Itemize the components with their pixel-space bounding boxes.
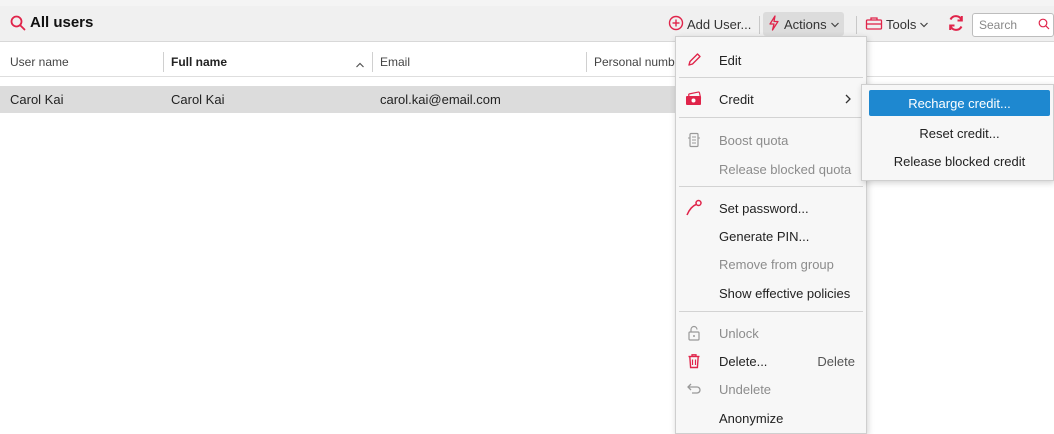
column-resize-handle[interactable] [586,52,587,72]
chevron-down-icon [830,17,840,32]
plus-circle-icon [668,15,684,34]
menu-item-undelete[interactable]: Undelete [676,376,866,402]
actions-button[interactable]: Actions [763,12,844,36]
page-title: All users [10,14,93,31]
toolbox-icon [865,15,883,34]
page-title-text: All users [30,14,94,31]
menu-item-edit[interactable]: Edit [676,47,866,73]
tools-label: Tools [886,16,917,32]
toolbar-divider [759,16,760,34]
menu-separator [679,311,863,312]
menu-item-unlock[interactable]: Unlock [676,320,866,346]
lightning-icon [767,14,781,34]
add-user-label: Add User... [687,16,752,32]
trash-icon [685,352,703,370]
toolbar: All users Add User... Actions Tools [0,6,1054,42]
cell-email: carol.kai@email.com [380,92,501,107]
column-header-full-name[interactable]: Full name [171,47,341,77]
cell-full-name: Carol Kai [171,92,225,107]
key-icon [685,199,703,217]
menu-item-generate-pin[interactable]: Generate PIN... [676,223,866,249]
credit-card-icon [685,90,703,108]
tools-button[interactable]: Tools [861,12,933,36]
credit-submenu: Recharge credit... Reset credit... Relea… [861,84,1054,181]
actions-label: Actions [784,16,827,32]
column-header-personal-number[interactable]: Personal numbe [594,47,676,77]
chevron-right-icon [844,93,852,108]
column-resize-handle[interactable] [372,52,373,72]
menu-item-boost-quota[interactable]: Boost quota [676,127,866,153]
submenu-item-release-blocked-credit[interactable]: Release blocked credit [869,148,1050,174]
toolbar-divider [856,16,857,34]
search-icon[interactable] [1038,18,1050,33]
table-row[interactable]: Carol Kai Carol Kai carol.kai@email.com [0,86,676,113]
column-resize-handle[interactable] [163,52,164,72]
pencil-icon [685,51,703,69]
menu-separator [679,77,863,78]
column-header-email[interactable]: Email [380,47,580,77]
cell-user-name: Carol Kai [10,92,64,107]
undo-icon [685,380,703,398]
menu-item-release-blocked-quota[interactable]: Release blocked quota [676,156,866,182]
chevron-down-icon [919,17,929,32]
table-header: User name Full name Email Personal numbe [0,47,1054,77]
menu-separator [679,186,863,187]
menu-item-show-effective-policies[interactable]: Show effective policies [676,280,866,306]
sort-ascending-icon[interactable] [355,57,365,72]
menu-separator [679,117,863,118]
search-icon [10,15,26,31]
refresh-button[interactable] [942,12,970,36]
actions-menu: Edit Credit Boost quota Release blocked … [675,36,867,434]
submenu-item-recharge-credit[interactable]: Recharge credit... [869,90,1050,116]
menu-item-anonymize[interactable]: Anonymize [676,405,866,431]
column-header-user-name[interactable]: User name [10,47,160,77]
submenu-item-reset-credit[interactable]: Reset credit... [869,120,1050,146]
delete-shortcut: Delete [817,353,855,369]
add-user-button[interactable]: Add User... [664,12,755,36]
menu-item-delete[interactable]: Delete... Delete [676,348,866,374]
unlock-icon [685,324,703,342]
menu-item-credit[interactable]: Credit [676,86,866,112]
boost-quota-icon [685,131,703,149]
menu-item-set-password[interactable]: Set password... [676,195,866,221]
refresh-icon [946,13,966,36]
menu-item-remove-from-group[interactable]: Remove from group [676,251,866,277]
